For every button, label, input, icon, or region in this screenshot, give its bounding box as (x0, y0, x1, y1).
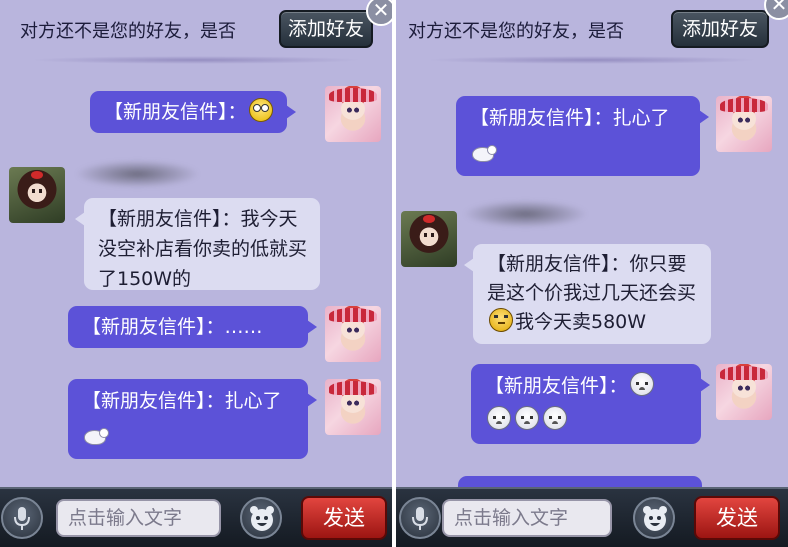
send-button[interactable]: 发送 (694, 496, 780, 540)
microphone-icon[interactable] (399, 497, 441, 539)
message-text: 【新朋友信件】：扎心了 (470, 107, 670, 129)
self-avatar[interactable] (325, 86, 381, 142)
shocked-face-icon (248, 98, 273, 122)
contact-avatar[interactable] (9, 167, 65, 223)
message-input[interactable]: 点击输入文字 (442, 499, 612, 537)
message-text: 【新朋友信件】：…… (82, 316, 263, 338)
message-text: 【新朋友信件】： (104, 101, 247, 123)
message-text: 【新朋友信件】： (485, 375, 628, 397)
self-avatar[interactable] (716, 96, 772, 152)
add-friend-button[interactable]: 添加好友 (279, 10, 373, 48)
not-friend-prompt: 对方还不是您的好友，是否 (20, 21, 236, 42)
message-bubble-outgoing: 【新朋友信件】：扎心了 (68, 379, 317, 459)
friend-request-bar: 对方还不是您的好友，是否 添加好友 ✕ (0, 0, 392, 52)
microphone-icon[interactable] (1, 497, 43, 539)
chat-panel-left: 对方还不是您的好友，是否 添加好友 ✕ 【新朋友信件】： 【新朋友信件】：我今天… (0, 0, 392, 547)
friend-request-bar: 对方还不是您的好友，是否 添加好友 ✕ (396, 0, 788, 52)
contact-avatar[interactable] (401, 211, 457, 267)
message-input[interactable]: 点击输入文字 (56, 499, 221, 537)
message-bubble-outgoing: 【新朋友信件】：…… (68, 306, 317, 348)
emoji-picker-icon[interactable] (633, 497, 675, 539)
input-bar: 点击输入文字 发送 (396, 487, 788, 547)
sad-face-icon (515, 406, 539, 430)
send-button[interactable]: 发送 (301, 496, 387, 540)
message-text: 我今天卖580W (515, 311, 647, 333)
blurred-contact-name (75, 160, 200, 188)
chat-panel-right: 对方还不是您的好友，是否 添加好友 ✕ 【新朋友信件】：扎心了 【新朋友信件】：… (396, 0, 788, 547)
message-bubble-outgoing: 【新朋友信件】： (90, 91, 296, 133)
thinking-face-icon (489, 308, 513, 332)
message-text: 【新朋友信件】：我今天没空补店看你卖的低就买了150W的 (98, 208, 308, 290)
not-friend-prompt: 对方还不是您的好友，是否 (408, 21, 624, 42)
sad-face-icon (543, 406, 567, 430)
message-bubble-outgoing: 【新朋友信件】：扎心了 (456, 96, 709, 176)
message-bubble-incoming: 【新朋友信件】：我今天没空补店看你卖的低就买了150W的 (75, 198, 320, 290)
header-divider (30, 56, 362, 64)
add-friend-button[interactable]: 添加好友 (671, 10, 769, 48)
message-text: 【新朋友信件】：你只要是这个价我过几天还会买 (487, 253, 697, 304)
sad-face-icon (629, 372, 654, 396)
self-avatar[interactable] (716, 364, 772, 420)
message-bubble-outgoing: 【新朋友信件】： (471, 364, 710, 444)
blurred-contact-name (463, 200, 588, 228)
sad-face-icon (487, 406, 511, 430)
input-bar: 点击输入文字 发送 (0, 487, 392, 547)
message-text: 【新朋友信件】：扎心了 (82, 390, 282, 412)
sheep-emoji-icon (82, 427, 109, 445)
header-divider (426, 56, 758, 64)
sheep-emoji-icon (470, 144, 497, 162)
self-avatar[interactable] (325, 306, 381, 362)
self-avatar[interactable] (325, 379, 381, 435)
message-bubble-incoming: 【新朋友信件】：你只要是这个价我过几天还会买我今天卖580W (464, 244, 711, 344)
emoji-picker-icon[interactable] (240, 497, 282, 539)
